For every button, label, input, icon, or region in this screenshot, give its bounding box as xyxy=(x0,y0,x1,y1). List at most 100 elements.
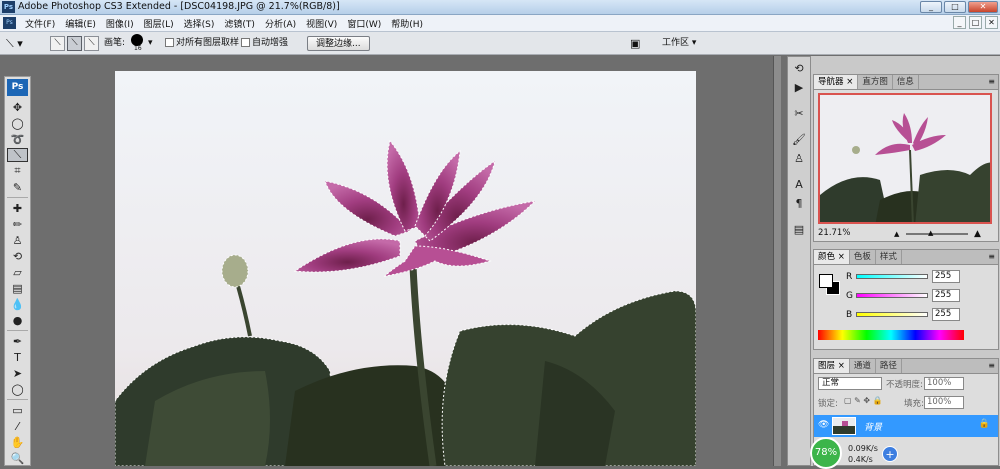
panel-dock-collapse[interactable] xyxy=(773,56,781,466)
tool-presets-icon[interactable]: ✂ xyxy=(790,105,808,121)
hand-tool-icon[interactable]: ✋ xyxy=(7,435,28,449)
lasso-tool-icon[interactable]: ➰ xyxy=(7,132,28,146)
toolbox: Ps ✥ ◯ ➰ ⟍ ⌗ ✎ ✚ ✏ ♙ ⟲ ▱ ▤ 💧 ● ✒ T ➤ ◯ ▭… xyxy=(4,76,31,466)
layer-row-background[interactable]: 👁 背景 🔒 xyxy=(814,415,998,437)
menu-file[interactable]: 文件(F) xyxy=(20,17,60,30)
actions-icon[interactable]: ▶ xyxy=(790,79,808,95)
zoom-tool-icon[interactable]: 🔍 xyxy=(7,451,28,465)
doc-close-button[interactable]: ✕ xyxy=(985,16,998,29)
menu-window[interactable]: 窗口(W) xyxy=(342,17,386,30)
layer-comps-icon[interactable]: ▤ xyxy=(790,221,808,237)
tab-channels[interactable]: 通道 xyxy=(850,359,876,373)
clone-stamp-tool-icon[interactable]: ♙ xyxy=(7,233,28,247)
path-selection-tool-icon[interactable]: ➤ xyxy=(7,366,28,380)
healing-brush-tool-icon[interactable]: ✚ xyxy=(7,201,28,215)
tab-swatches[interactable]: 色板 xyxy=(850,250,876,264)
menu-filter[interactable]: 滤镜(T) xyxy=(219,17,260,30)
menu-layer[interactable]: 图层(L) xyxy=(139,17,179,30)
layer-lock-icon: 🔒 xyxy=(978,419,990,429)
zoom-in-icon[interactable]: ▲ xyxy=(974,229,981,239)
shape-tool-icon[interactable]: ◯ xyxy=(7,382,28,396)
navigator-slider-handle[interactable]: ▲ xyxy=(928,229,933,237)
maximize-button[interactable]: □ xyxy=(944,1,966,13)
navigator-thumbnail[interactable] xyxy=(818,93,992,224)
auto-enhance-checkbox[interactable]: 自动增强 xyxy=(241,36,288,51)
lock-icons[interactable]: ▢ ✎ ✥ 🔒 xyxy=(844,396,883,405)
new-selection-icon[interactable]: ⟍ xyxy=(50,36,65,51)
navigator-zoom-slider[interactable] xyxy=(906,233,968,235)
menu-select[interactable]: 选择(S) xyxy=(179,17,220,30)
lock-label: 锁定: xyxy=(818,399,838,409)
panel-menu-icon[interactable]: ≡ xyxy=(988,77,995,86)
color-panel: 颜色 × 色板 样式 ≡ R 255 G 255 B 255 xyxy=(813,249,999,350)
quick-selection-tool-icon[interactable]: ⟍ xyxy=(7,148,28,162)
b-channel-slider[interactable] xyxy=(856,312,928,317)
tab-styles[interactable]: 样式 xyxy=(876,250,902,264)
menu-view[interactable]: 视图(V) xyxy=(301,17,342,30)
dodge-tool-icon[interactable]: ● xyxy=(7,313,28,327)
navigator-zoom-value[interactable]: 21.71% xyxy=(818,228,850,238)
brush-tool-icon[interactable]: ✏ xyxy=(7,217,28,231)
history-icon[interactable]: ⟲ xyxy=(790,60,808,76)
close-button[interactable]: ✕ xyxy=(968,1,998,13)
character-icon[interactable]: A xyxy=(790,176,808,192)
type-tool-icon[interactable]: T xyxy=(7,350,28,364)
brushes-icon[interactable]: 🖌 xyxy=(790,131,808,147)
doc-minimize-button[interactable]: _ xyxy=(953,16,966,29)
slice-tool-icon[interactable]: ✎ xyxy=(7,180,28,194)
visibility-eye-icon[interactable]: 👁 xyxy=(818,420,829,430)
sample-all-layers-checkbox[interactable]: 对所有图层取样 xyxy=(165,36,239,51)
panel-menu-icon[interactable]: ≡ xyxy=(988,252,995,261)
gradient-tool-icon[interactable]: ▤ xyxy=(7,281,28,295)
r-channel-slider[interactable] xyxy=(856,274,928,279)
b-channel-value[interactable]: 255 xyxy=(932,308,960,321)
subtract-selection-icon[interactable]: ⟍ xyxy=(84,36,99,51)
minimize-button[interactable]: _ xyxy=(920,1,942,13)
move-tool-icon[interactable]: ✥ xyxy=(7,100,28,114)
brush-dropdown-icon[interactable]: ▾ xyxy=(148,36,153,51)
tab-navigator[interactable]: 导航器 × xyxy=(814,75,859,89)
opacity-field[interactable]: 100% xyxy=(924,377,964,390)
menu-help[interactable]: 帮助(H) xyxy=(386,17,428,30)
tab-info[interactable]: 信息 xyxy=(893,75,919,89)
document-canvas[interactable] xyxy=(115,71,696,466)
menu-image[interactable]: 图像(I) xyxy=(101,17,139,30)
workspace-menu[interactable]: 工作区 ▾ xyxy=(662,36,696,51)
marquee-tool-icon[interactable]: ◯ xyxy=(7,116,28,130)
eraser-tool-icon[interactable]: ▱ xyxy=(7,265,28,279)
doc-icon: Ps xyxy=(3,17,16,29)
add-to-selection-icon[interactable]: ⟍ xyxy=(67,36,82,51)
g-channel-slider[interactable] xyxy=(856,293,928,298)
crop-tool-icon[interactable]: ⌗ xyxy=(7,164,28,178)
zoom-out-icon[interactable]: ▲ xyxy=(894,230,899,238)
panel-menu-icon[interactable]: ≡ xyxy=(988,361,995,370)
paragraph-icon[interactable]: ¶ xyxy=(790,195,808,211)
r-channel-label: R xyxy=(846,272,853,282)
r-channel-value[interactable]: 255 xyxy=(932,270,960,283)
tab-color[interactable]: 颜色 × xyxy=(814,250,850,264)
tab-layers[interactable]: 图层 × xyxy=(814,359,850,373)
tab-histogram[interactable]: 直方图 xyxy=(858,75,893,89)
network-add-icon[interactable]: + xyxy=(882,446,898,462)
pen-tool-icon[interactable]: ✒ xyxy=(7,334,28,348)
tool-preset-picker[interactable]: ⟍ ▾ xyxy=(6,36,38,51)
g-channel-value[interactable]: 255 xyxy=(932,289,960,302)
blur-tool-icon[interactable]: 💧 xyxy=(7,297,28,311)
palette-well-icon[interactable]: ▣ xyxy=(630,36,640,51)
menu-edit[interactable]: 编辑(E) xyxy=(60,17,101,30)
doc-restore-button[interactable]: □ xyxy=(969,16,982,29)
eyedropper-tool-icon[interactable]: ⁄ xyxy=(7,419,28,433)
foreground-color-swatch[interactable] xyxy=(819,274,833,288)
notes-tool-icon[interactable]: ▭ xyxy=(7,403,28,417)
tab-paths[interactable]: 路径 xyxy=(876,359,902,373)
history-brush-tool-icon[interactable]: ⟲ xyxy=(7,249,28,263)
download-speed: 0.4K/s xyxy=(848,455,873,464)
network-monitor-badge[interactable]: 78% xyxy=(810,437,842,469)
blend-mode-select[interactable]: 正常 xyxy=(818,377,882,390)
color-spectrum-bar[interactable] xyxy=(818,330,964,340)
ps-logo: Ps xyxy=(7,79,28,96)
menu-analysis[interactable]: 分析(A) xyxy=(260,17,301,30)
refine-edge-button[interactable]: 调整边缘... xyxy=(307,36,370,51)
fill-field[interactable]: 100% xyxy=(924,396,964,409)
clone-source-icon[interactable]: ♙ xyxy=(790,150,808,166)
